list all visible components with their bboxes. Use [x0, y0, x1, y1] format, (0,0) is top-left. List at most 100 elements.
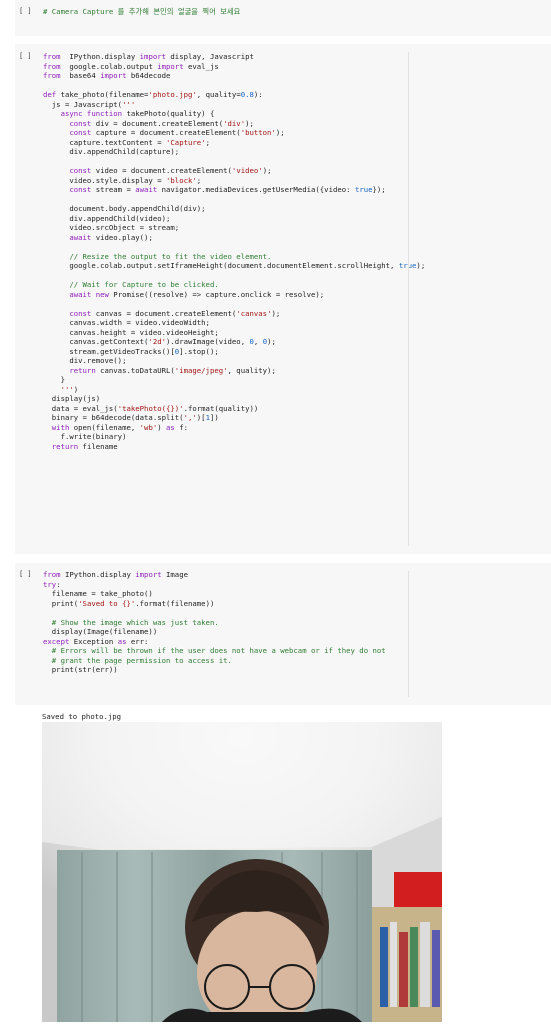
code-line: async function takePhoto(quality) { [43, 109, 425, 119]
code-line: print('Saved to {}'.format(filename)) [43, 599, 386, 609]
code-token: print(str(err)) [43, 665, 118, 674]
code-line: video.srcObject = stream; [43, 223, 425, 233]
code-token: f: [174, 422, 189, 432]
cell-code[interactable]: from IPython.display import display, Jav… [43, 52, 425, 451]
code-cell-3[interactable]: [ ] from IPython.display import Image try… [15, 563, 551, 705]
code-token: 'image/jpeg' [174, 365, 228, 375]
code-token: video.style.display = [43, 175, 167, 185]
code-token: # Show the image which was just taken. [43, 617, 219, 627]
code-line: const capture = document.createElement('… [43, 128, 425, 138]
code-line: data = eval_js('takePhoto({})'.format(qu… [43, 404, 425, 414]
code-token: return [43, 365, 96, 375]
code-token: ''' [122, 99, 136, 109]
code-token: ; [205, 137, 210, 147]
code-token: }); [372, 185, 386, 194]
code-token: from [43, 71, 61, 80]
code-line: await new Promise((resolve) => capture.o… [43, 290, 425, 300]
code-token: Exception [69, 636, 118, 646]
code-line: try: [43, 580, 386, 590]
code-token: div.appendChild(capture); [43, 147, 180, 156]
code-token: const [43, 166, 92, 175]
cell-code[interactable]: # Camera Capture 를 추가해 본인의 얼굴을 찍어 보세요 [43, 7, 240, 17]
code-token: , quality); [227, 365, 276, 375]
line-length-ruler [408, 52, 409, 546]
code-token: ) [73, 384, 79, 394]
code-token: ); [275, 128, 285, 137]
code-token: .format(filename)) [135, 598, 215, 608]
code-token: const [43, 185, 92, 194]
code-token: ); [245, 118, 254, 128]
cell-code[interactable]: from IPython.display import Image try: fi… [43, 570, 386, 675]
code-token: canvas.width = video.videoWidth; [43, 318, 210, 327]
code-token: data = eval_js( [43, 403, 118, 413]
code-line: # Errors will be thrown if the user does… [43, 646, 386, 656]
code-token: 'wb' [139, 422, 158, 432]
code-token: binary = b64decode(data.split( [43, 413, 184, 422]
code-token: take_photo(filename= [56, 90, 149, 99]
code-token: , quality= [196, 90, 241, 99]
code-token: ].stop(); [179, 346, 219, 356]
code-token: 0.8 [240, 90, 254, 99]
code-token: takePhoto(quality) { [122, 109, 215, 118]
code-token: Image [161, 570, 188, 579]
code-token: ) [157, 422, 167, 432]
code-token: 'video' [231, 166, 263, 175]
code-token: 'Capture' [166, 137, 206, 147]
code-token: from [43, 570, 61, 579]
code-line: const canvas = document.createElement('c… [43, 309, 425, 319]
code-token: display, Javascript [166, 52, 254, 61]
code-line: const stream = await navigator.mediaDevi… [43, 185, 425, 195]
code-line: f.write(binary) [43, 432, 425, 442]
code-line: from base64 import b64decode [43, 71, 425, 81]
code-token: base64 [60, 71, 101, 80]
code-token: google.colab.output [60, 61, 158, 71]
code-line: canvas.width = video.videoWidth; [43, 318, 425, 328]
code-token: display(Image(filename)) [43, 627, 158, 636]
code-line: capture.textContent = 'Capture'; [43, 138, 425, 148]
code-token: , [253, 337, 263, 346]
code-line: def take_photo(filename='photo.jpg', qua… [43, 90, 425, 100]
code-token: stream = [91, 185, 136, 194]
code-cell-2[interactable]: [ ] from IPython.display import display,… [15, 44, 551, 554]
code-token: const [43, 128, 92, 137]
code-line: // Resize the output to fit the video el… [43, 252, 425, 262]
code-line: from google.colab.output import eval_js [43, 62, 425, 72]
code-line: const video = document.createElement('vi… [43, 166, 425, 176]
run-cell-button[interactable]: [ ] [19, 7, 32, 15]
code-token: 'div' [223, 118, 246, 128]
code-token: js = Javascript( [43, 99, 123, 109]
code-line: # grant the page permission to access it… [43, 656, 386, 666]
code-token: except [43, 636, 70, 646]
code-token: ''' [43, 384, 74, 394]
code-cell-1[interactable]: [ ] # Camera Capture 를 추가해 본인의 얼굴을 찍어 보세… [15, 0, 551, 36]
code-token: import [157, 61, 184, 71]
code-line: return filename [43, 442, 425, 452]
code-token: ); [267, 337, 276, 346]
code-token: '2d' [148, 337, 167, 346]
run-cell-button[interactable]: [ ] [19, 570, 32, 578]
code-token: capture = document.createElement( [91, 128, 241, 137]
code-line: document.body.appendChild(div); [43, 204, 425, 214]
code-token: stream.getVideoTracks()[ [43, 346, 175, 356]
code-token: video.srcObject = stream; [43, 223, 180, 232]
code-token: Promise((resolve) => capture.onclick = r… [108, 289, 325, 299]
code-token: filename [78, 441, 118, 451]
code-token: return [43, 441, 79, 451]
code-token: 'block' [166, 175, 197, 185]
code-token: await [135, 185, 158, 194]
code-token: capture.textContent = [43, 137, 167, 147]
code-token: div.remove(); [43, 356, 127, 365]
code-token: await new [43, 289, 109, 299]
code-line: canvas.getContext('2d').drawImage(video,… [43, 337, 425, 347]
code-token: document.body.appendChild(div); [43, 204, 206, 213]
code-token: b64decode [126, 71, 171, 80]
code-line: google.colab.output.setIframeHeight(docu… [43, 261, 425, 271]
code-line: // Wait for Capture to be clicked. [43, 280, 425, 290]
code-line: display(js) [43, 394, 425, 404]
code-token: navigator.mediaDevices.getUserMedia({vid… [157, 185, 355, 194]
code-line: canvas.height = video.videoHeight; [43, 328, 425, 338]
run-cell-button[interactable]: [ ] [19, 52, 32, 60]
